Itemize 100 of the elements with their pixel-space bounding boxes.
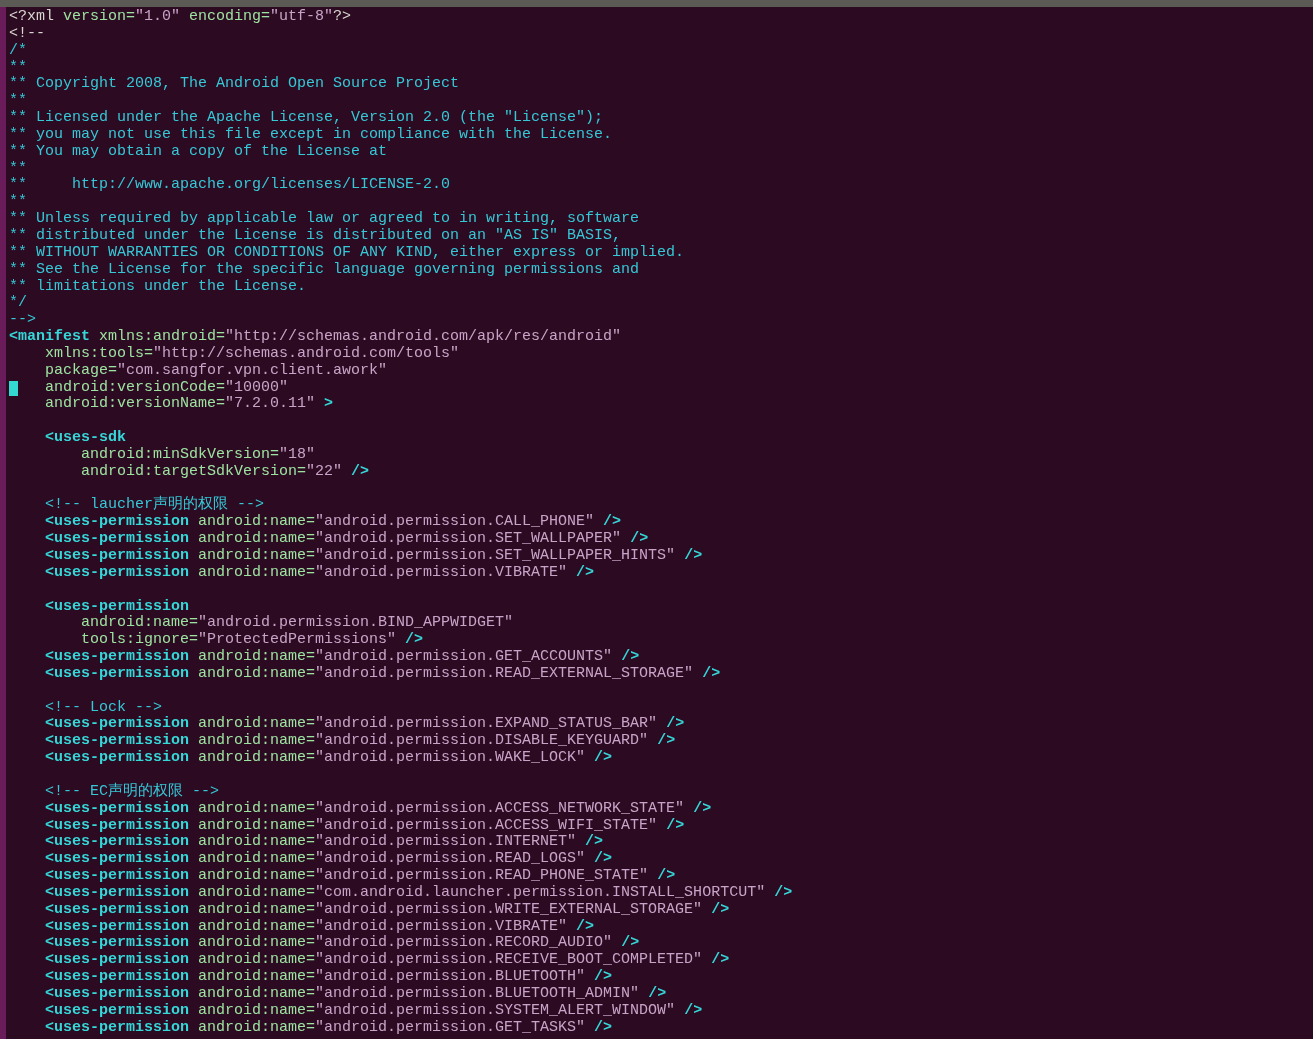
xml-tag: <uses-sdk <box>9 429 127 447</box>
code-comment: */ <box>9 294 27 312</box>
tag-bracket: /> <box>575 917 595 935</box>
code-comment: ** <box>9 159 27 177</box>
xml-tag: <uses-permission <box>9 597 190 615</box>
attribute-value: "android.permission.VIBRATE" <box>315 563 568 581</box>
attribute-value: "android.permission.READ_PHONE_STATE" <box>315 867 649 885</box>
code-comment: ** See the License for the specific language governing permissions and <box>9 260 640 278</box>
tag-bracket: /> <box>602 513 622 531</box>
attribute-name: android:name= <box>197 530 316 548</box>
attribute-name: android:targetSdkVersion= <box>80 462 307 480</box>
attribute-name: android:name= <box>197 900 316 918</box>
xml-declaration: <?xml <box>9 8 54 25</box>
attribute-value: "10000" <box>225 378 289 396</box>
xml-tag: <uses-permission <box>9 749 190 767</box>
attribute-value: "android.permission.SET_WALLPAPER_HINTS" <box>315 547 676 564</box>
xml-tag: <uses-permission <box>9 867 190 885</box>
attribute-value: "android.permission.ACCESS_NETWORK_STATE" <box>315 799 685 817</box>
attribute-value: "android.permission.INTERNET" <box>315 833 577 851</box>
attribute-value: "com.android.launcher.permission.INSTALL_SHORTCUT" <box>315 883 766 901</box>
tag-bracket: /> <box>620 648 640 666</box>
attribute-name: android:name= <box>197 563 316 581</box>
xml-tag: <uses-permission <box>9 951 190 969</box>
tag-bracket: /> <box>629 530 649 548</box>
attribute-name: android:name= <box>197 850 316 868</box>
tag-bracket: /> <box>683 1001 703 1019</box>
attribute-value: "ProtectedPermissions" <box>198 631 397 649</box>
attribute-value: "1.0" <box>135 8 181 25</box>
xml-tag: <uses-permission <box>9 513 190 531</box>
attribute-value: "android.permission.BLUETOOTH" <box>315 968 586 986</box>
tag-bracket: /> <box>404 631 424 649</box>
code-comment: ** <box>9 92 27 110</box>
attribute-value: "android.permission.BLUETOOTH_ADMIN" <box>315 984 640 1002</box>
xml-tag: <uses-permission <box>9 1001 190 1019</box>
attribute-name: android:name= <box>197 968 316 986</box>
attribute-value: "android.permission.RECEIVE_BOOT_COMPLETED" <box>315 951 703 969</box>
attribute-name: android:name= <box>197 984 316 1002</box>
tag-bracket: /> <box>773 883 793 901</box>
attribute-name: version= <box>62 8 136 25</box>
attribute-name: android:name= <box>197 951 316 969</box>
xml-tag: <uses-permission <box>9 968 190 986</box>
attribute-value: "android.permission.CALL_PHONE" <box>315 513 595 531</box>
xml-tag: <uses-permission <box>9 664 190 682</box>
code-comment: ** <box>9 193 27 211</box>
attribute-name: android:versionName= <box>44 395 226 413</box>
code-comment: ** you may not use this file except in compliance with the License. <box>9 125 613 143</box>
xml-tag: <uses-permission <box>9 934 190 952</box>
tag-bracket: /> <box>665 715 685 733</box>
code-comment: ** <box>9 58 27 76</box>
code-comment: ** WITHOUT WARRANTIES OR CONDITIONS OF ANY KIND, either express or implied. <box>9 243 685 261</box>
attribute-value: "android.permission.SET_WALLPAPER" <box>315 530 622 548</box>
attribute-name: xmlns:tools= <box>44 344 154 362</box>
attribute-name: android:name= <box>197 816 316 834</box>
code-comment: <!-- EC声明的权限 --> <box>44 782 220 800</box>
xml-tag: <uses-permission <box>9 816 190 834</box>
xml-declaration: ?> <box>333 8 352 25</box>
attribute-value: "utf-8" <box>270 8 334 25</box>
tag-bracket: /> <box>710 951 730 969</box>
attribute-value: "android.permission.SYSTEM_ALERT_WINDOW" <box>315 1001 676 1019</box>
tag-bracket: /> <box>575 563 595 581</box>
xml-tag: <uses-permission <box>9 732 190 750</box>
attribute-value: "android.permission.DISABLE_KEYGUARD" <box>315 732 649 750</box>
tag-bracket: /> <box>710 900 730 918</box>
attribute-value: "android.permission.ACCESS_WIFI_STATE" <box>315 816 658 834</box>
attribute-value: "android.permission.READ_LOGS" <box>315 850 586 868</box>
attribute-value: "http://schemas.android.com/tools" <box>153 344 460 362</box>
attribute-name: android:name= <box>197 867 316 885</box>
xml-tag: <uses-permission <box>9 984 190 1002</box>
attribute-name: android:name= <box>197 715 316 733</box>
code-comment: --> <box>9 311 36 329</box>
xml-tag: <uses-permission <box>9 799 190 817</box>
attribute-value: "http://schemas.android.com/apk/res/android" <box>225 328 622 346</box>
tag-bracket: /> <box>692 799 712 817</box>
tag-bracket: /> <box>593 850 613 868</box>
attribute-name: encoding= <box>188 8 271 25</box>
attribute-value: "android.permission.GET_TASKS" <box>315 1018 586 1036</box>
tag-bracket: /> <box>656 732 676 750</box>
code-comment: ** Unless required by applicable law or agreed to in writing, software <box>9 210 640 228</box>
attribute-value: "android.permission.READ_EXTERNAL_STORAGE" <box>315 664 694 682</box>
attribute-name: android:minSdkVersion= <box>80 445 280 463</box>
attribute-name: android:name= <box>197 799 316 817</box>
xml-tag: <manifest <box>9 328 90 346</box>
attribute-name: android:name= <box>197 664 316 682</box>
attribute-name: android:name= <box>197 732 316 750</box>
attribute-name: android:name= <box>197 1018 316 1036</box>
attribute-value: "22" <box>306 462 343 480</box>
xml-tag: <uses-permission <box>9 850 190 868</box>
tag-bracket: /> <box>593 968 613 986</box>
code-comment: ** distributed under the License is distributed on an "AS IS" BASIS, <box>9 226 622 244</box>
tag-bracket: /> <box>593 749 613 767</box>
xml-tag: <uses-permission <box>9 563 190 581</box>
xml-tag: <uses-permission <box>9 917 190 935</box>
code-comment: <!-- laucher声明的权限 --> <box>44 496 265 514</box>
code-comment: ** You may obtain a copy of the License at <box>9 142 388 160</box>
attribute-name: android:name= <box>197 917 316 935</box>
attribute-value: "7.2.0.11" <box>225 395 316 413</box>
attribute-name: android:name= <box>197 513 316 531</box>
code-comment: ** http://www.apache.org/licenses/LICENSE-2.0 <box>9 176 451 194</box>
xml-declaration: <!-- <box>9 24 45 42</box>
attribute-value: "android.permission.WAKE_LOCK" <box>315 749 586 767</box>
